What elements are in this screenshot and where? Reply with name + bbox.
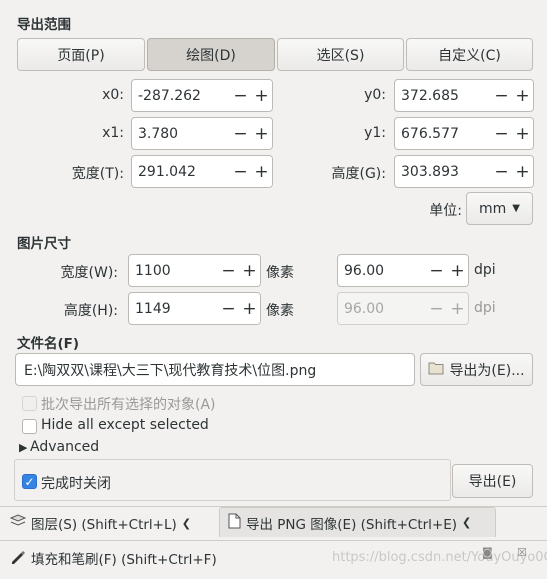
export-button-label: 导出(E) bbox=[468, 474, 517, 490]
tab-drawing-label: 绘图(D) bbox=[186, 47, 236, 64]
area-height-spin[interactable]: 303.893 − + bbox=[394, 155, 534, 188]
y1-label: y1: bbox=[364, 125, 386, 141]
dock-tab-layers[interactable]: 图层(S) (Shift+Ctrl+L) ❮ bbox=[9, 508, 191, 538]
y1-input[interactable]: 676.577 bbox=[395, 118, 491, 149]
filename-title: 文件名(F) bbox=[17, 336, 80, 352]
dpi-unit: dpi bbox=[474, 262, 496, 278]
image-size-title: 图片尺寸 bbox=[17, 236, 71, 252]
dpi-increment-button[interactable]: + bbox=[447, 255, 468, 286]
tab-selection-label: 选区(S) bbox=[316, 47, 365, 64]
x1-label: x1: bbox=[102, 125, 124, 141]
filename-input[interactable]: E:\陶双双\课程\大三下\现代教育技术\位图.png bbox=[15, 353, 415, 386]
y0-increment-button[interactable]: + bbox=[512, 80, 533, 111]
y0-label: y0: bbox=[364, 87, 386, 103]
units-value: mm bbox=[479, 200, 507, 217]
image-width-label: 宽度(W): bbox=[60, 265, 118, 281]
dock-tab-fill-stroke[interactable]: 填充和笔刷(F) (Shift+Ctrl+F) bbox=[10, 543, 217, 573]
x1-spin[interactable]: 3.780 − + bbox=[131, 117, 273, 150]
advanced-expander[interactable]: Advanced bbox=[30, 439, 99, 455]
area-width-spin[interactable]: 291.042 − + bbox=[131, 155, 273, 188]
chevron-up-icon: ❮ bbox=[462, 516, 472, 529]
dpi-spin[interactable]: 96.00 − + bbox=[337, 254, 469, 287]
export-document-icon bbox=[228, 513, 241, 533]
dpi-disabled-decrement-button: − bbox=[426, 293, 447, 324]
area-width-decrement-button[interactable]: − bbox=[230, 156, 251, 187]
x1-input[interactable]: 3.780 bbox=[132, 118, 230, 149]
tab-page[interactable]: 页面(P) bbox=[17, 38, 145, 71]
y0-spin[interactable]: 372.685 − + bbox=[394, 79, 534, 112]
layers-icon bbox=[9, 514, 27, 532]
hide-all-except-selected-label: Hide all except selected bbox=[41, 417, 209, 433]
tab-custom-label: 自定义(C) bbox=[438, 47, 501, 64]
hide-all-except-selected-checkbox[interactable] bbox=[22, 419, 37, 434]
dpi-disabled-input: 96.00 bbox=[338, 293, 426, 324]
x0-input[interactable]: -287.262 bbox=[132, 80, 230, 111]
fill-stroke-brush-icon bbox=[10, 548, 26, 568]
dock-tab-export-png[interactable]: 导出 PNG 图像(E) (Shift+Ctrl+E) ❮ bbox=[219, 507, 496, 537]
y1-increment-button[interactable]: + bbox=[512, 118, 533, 149]
chevron-up-icon: ❮ bbox=[181, 516, 191, 530]
area-width-increment-button[interactable]: + bbox=[251, 156, 272, 187]
image-height-increment-button[interactable]: + bbox=[239, 293, 260, 324]
x0-decrement-button[interactable]: − bbox=[230, 80, 251, 111]
x0-spin[interactable]: -287.262 − + bbox=[131, 79, 273, 112]
folder-icon bbox=[428, 361, 444, 379]
x0-increment-button[interactable]: + bbox=[251, 80, 272, 111]
x1-increment-button[interactable]: + bbox=[251, 118, 272, 149]
tab-drawing[interactable]: 绘图(D) bbox=[147, 38, 275, 71]
image-height-input[interactable]: 1149 bbox=[129, 293, 218, 324]
x0-label: x0: bbox=[102, 87, 124, 103]
dock-divider-2 bbox=[0, 540, 547, 541]
image-width-increment-button[interactable]: + bbox=[239, 255, 260, 286]
dock-float-icon[interactable]: ◙ bbox=[482, 546, 493, 559]
dpi-decrement-button[interactable]: − bbox=[426, 255, 447, 286]
tab-page-label: 页面(P) bbox=[57, 47, 105, 64]
image-height-decrement-button[interactable]: − bbox=[218, 293, 239, 324]
area-height-label: 高度(G): bbox=[331, 166, 387, 182]
dpi-disabled-increment-button: + bbox=[447, 293, 468, 324]
dock-tab-layers-label: 图层(S) (Shift+Ctrl+L) bbox=[31, 517, 177, 533]
y0-decrement-button[interactable]: − bbox=[491, 80, 512, 111]
tab-custom[interactable]: 自定义(C) bbox=[406, 38, 533, 71]
area-width-label: 宽度(T): bbox=[71, 166, 124, 182]
area-height-increment-button[interactable]: + bbox=[512, 156, 533, 187]
tab-selection[interactable]: 选区(S) bbox=[277, 38, 404, 71]
dock-tab-fill-stroke-label: 填充和笔刷(F) (Shift+Ctrl+F) bbox=[31, 552, 217, 568]
close-when-done-label: 完成时关闭 bbox=[41, 476, 111, 492]
area-height-decrement-button[interactable]: − bbox=[491, 156, 512, 187]
image-height-spin[interactable]: 1149 − + bbox=[128, 292, 261, 325]
x1-decrement-button[interactable]: − bbox=[230, 118, 251, 149]
export-area-title: 导出范围 bbox=[17, 17, 71, 33]
units-label: 单位: bbox=[429, 203, 462, 219]
units-dropdown[interactable]: mm ▼ bbox=[466, 192, 533, 225]
image-width-decrement-button[interactable]: − bbox=[218, 255, 239, 286]
expander-triangle-icon[interactable]: ▶ bbox=[19, 441, 27, 454]
batch-export-checkbox[interactable] bbox=[22, 396, 37, 411]
chevron-down-icon: ▼ bbox=[512, 203, 520, 214]
area-width-input[interactable]: 291.042 bbox=[132, 156, 230, 187]
close-when-done-checkbox[interactable]: ✓ bbox=[22, 474, 37, 489]
y0-input[interactable]: 372.685 bbox=[395, 80, 491, 111]
export-button[interactable]: 导出(E) bbox=[452, 464, 533, 498]
y1-decrement-button[interactable]: − bbox=[491, 118, 512, 149]
dpi-disabled-unit: dpi bbox=[474, 300, 496, 316]
dpi-disabled-spin: 96.00 − + bbox=[337, 292, 469, 325]
dpi-input[interactable]: 96.00 bbox=[338, 255, 426, 286]
export-as-button[interactable]: 导出为(E)... bbox=[420, 353, 533, 386]
dock-tab-export-png-label: 导出 PNG 图像(E) (Shift+Ctrl+E) bbox=[246, 516, 458, 533]
image-width-input[interactable]: 1100 bbox=[129, 255, 218, 286]
y1-spin[interactable]: 676.577 − + bbox=[394, 117, 534, 150]
export-as-label: 导出为(E)... bbox=[449, 362, 525, 379]
batch-export-label: 批次导出所有选择的对象(A) bbox=[41, 397, 216, 413]
close-icon[interactable]: ☒ bbox=[517, 546, 527, 559]
width-pixel-unit: 像素 bbox=[266, 265, 294, 281]
image-height-label: 高度(H): bbox=[63, 303, 118, 319]
area-height-input[interactable]: 303.893 bbox=[395, 156, 491, 187]
watermark-text: https://blog.csdn.net/YouyOuyo0O_ bbox=[332, 550, 547, 565]
height-pixel-unit: 像素 bbox=[266, 303, 294, 319]
image-width-spin[interactable]: 1100 − + bbox=[128, 254, 261, 287]
